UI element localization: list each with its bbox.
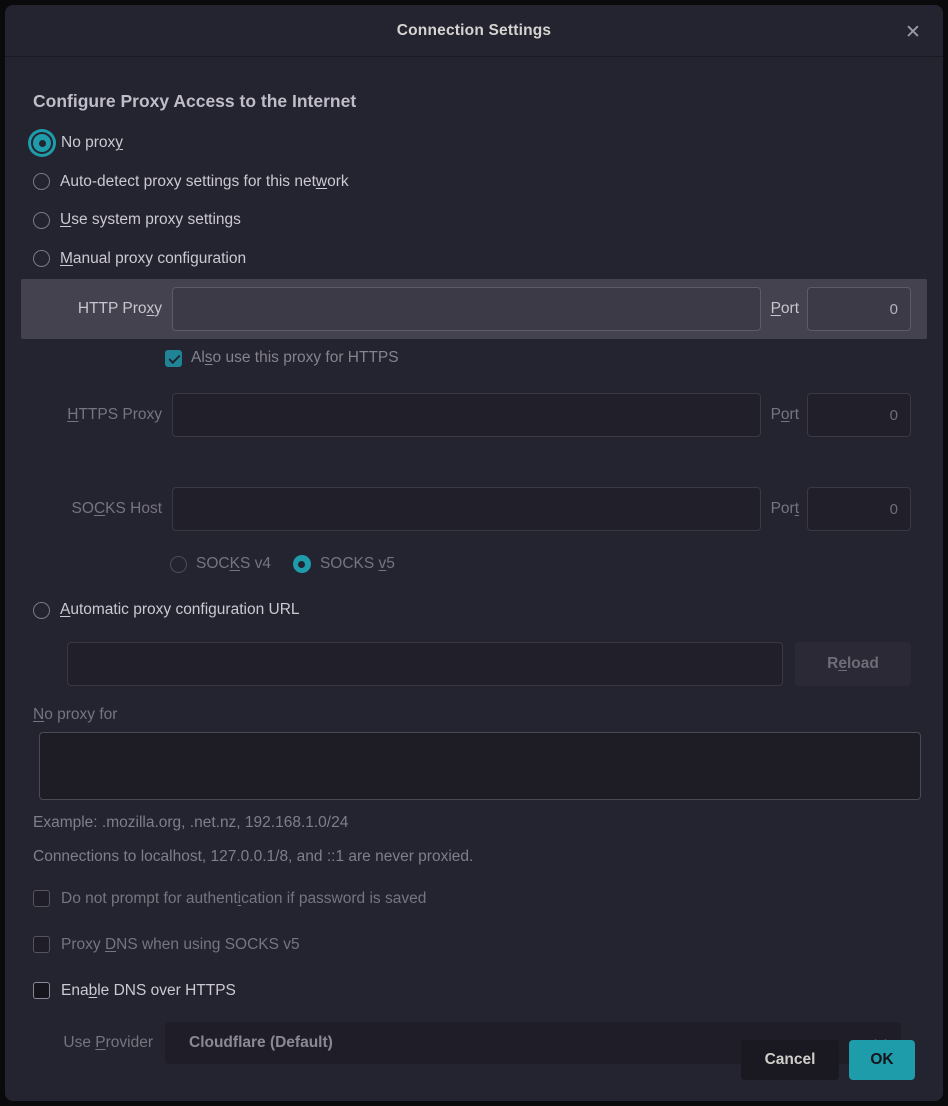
page-title: Configure Proxy Access to the Internet xyxy=(33,91,943,112)
https-proxy-row: HTTPS Proxy Port xyxy=(21,385,927,445)
radio-auto-url-label: Automatic proxy configuration URL xyxy=(60,601,300,619)
https-proxy-label: HTTPS Proxy xyxy=(21,406,168,424)
radio-system-proxy[interactable]: Use system proxy settings xyxy=(33,201,943,240)
localhost-note: Connections to localhost, 127.0.0.1/8, a… xyxy=(33,848,943,866)
radio-socks-v4-label: SOCKS v4 xyxy=(196,555,271,573)
radio-no-proxy-label: No proxy xyxy=(61,134,123,152)
radio-icon[interactable] xyxy=(33,250,50,267)
radio-socks-v4[interactable]: SOCKS v4 xyxy=(170,555,271,573)
http-proxy-input[interactable] xyxy=(172,287,761,331)
cancel-button[interactable]: Cancel xyxy=(741,1040,839,1080)
radio-socks-v5-label: SOCKS v5 xyxy=(320,555,395,573)
checkbox-icon[interactable] xyxy=(33,982,50,999)
auto-url-input[interactable] xyxy=(67,642,783,686)
dialog-title: Connection Settings xyxy=(397,22,552,40)
checkbox-no-prompt[interactable]: Do not prompt for authentication if pass… xyxy=(33,876,943,922)
socks-host-input[interactable] xyxy=(172,487,761,531)
https-port-input[interactable] xyxy=(807,393,911,437)
checkbox-icon[interactable] xyxy=(33,936,50,953)
checkbox-icon[interactable] xyxy=(33,890,50,907)
radio-auto-detect[interactable]: Auto-detect proxy settings for this netw… xyxy=(33,163,943,202)
socks-host-row: SOCKS Host Port xyxy=(21,479,927,539)
http-port-input[interactable] xyxy=(807,287,911,331)
radio-manual-proxy[interactable]: Manual proxy configuration xyxy=(33,240,943,279)
socks-port-label: Port xyxy=(761,500,807,518)
http-proxy-row: HTTP Proxy Port xyxy=(21,279,927,339)
radio-auto-detect-label: Auto-detect proxy settings for this netw… xyxy=(60,173,349,191)
radio-icon[interactable] xyxy=(33,134,51,152)
radio-socks-v5[interactable]: SOCKS v5 xyxy=(293,555,395,573)
radio-system-proxy-label: Use system proxy settings xyxy=(60,211,241,229)
radio-icon[interactable] xyxy=(33,173,50,190)
checkbox-doh[interactable]: Enable DNS over HTTPS xyxy=(33,968,943,1014)
no-proxy-for-textarea[interactable] xyxy=(39,732,921,800)
ok-button[interactable]: OK xyxy=(849,1040,915,1080)
http-proxy-label: HTTP Proxy xyxy=(21,300,168,318)
checkbox-check-icon[interactable] xyxy=(165,350,182,367)
example-note: Example: .mozilla.org, .net.nz, 192.168.… xyxy=(33,814,943,832)
radio-no-proxy[interactable]: No proxy xyxy=(33,124,943,163)
connection-settings-dialog: Connection Settings ✕ Configure Proxy Ac… xyxy=(5,5,943,1101)
radio-auto-url[interactable]: Automatic proxy configuration URL xyxy=(33,591,943,630)
http-port-label: Port xyxy=(761,300,807,318)
radio-icon[interactable] xyxy=(170,556,187,573)
checkbox-proxy-dns-label: Proxy DNS when using SOCKS v5 xyxy=(61,936,300,954)
checkbox-proxy-dns[interactable]: Proxy DNS when using SOCKS v5 xyxy=(33,922,943,968)
checkbox-share-proxy[interactable]: Also use this proxy for HTTPS xyxy=(165,343,943,373)
socks-host-label: SOCKS Host xyxy=(21,500,168,518)
checkbox-share-proxy-label: Also use this proxy for HTTPS xyxy=(191,349,399,367)
socks-port-input[interactable] xyxy=(807,487,911,531)
radio-icon[interactable] xyxy=(33,212,50,229)
use-provider-label: Use Provider xyxy=(33,1034,165,1052)
reload-button[interactable]: Reload xyxy=(795,642,911,686)
https-proxy-input[interactable] xyxy=(172,393,761,437)
close-icon[interactable]: ✕ xyxy=(900,19,926,45)
dialog-buttons: Cancel OK xyxy=(741,1040,915,1080)
radio-icon[interactable] xyxy=(293,555,311,573)
no-proxy-for-label: No proxy for xyxy=(33,706,943,724)
screen: Connection Settings ✕ Configure Proxy Ac… xyxy=(0,0,948,1106)
checkbox-doh-label: Enable DNS over HTTPS xyxy=(61,982,236,1000)
dialog-titlebar: Connection Settings ✕ xyxy=(5,5,943,57)
checkbox-no-prompt-label: Do not prompt for authentication if pass… xyxy=(61,890,426,908)
auto-url-row: Reload xyxy=(67,642,911,686)
dialog-body: Configure Proxy Access to the Internet N… xyxy=(5,57,943,1101)
https-port-label: Port xyxy=(761,406,807,424)
radio-icon[interactable] xyxy=(33,602,50,619)
radio-manual-proxy-label: Manual proxy configuration xyxy=(60,250,246,268)
